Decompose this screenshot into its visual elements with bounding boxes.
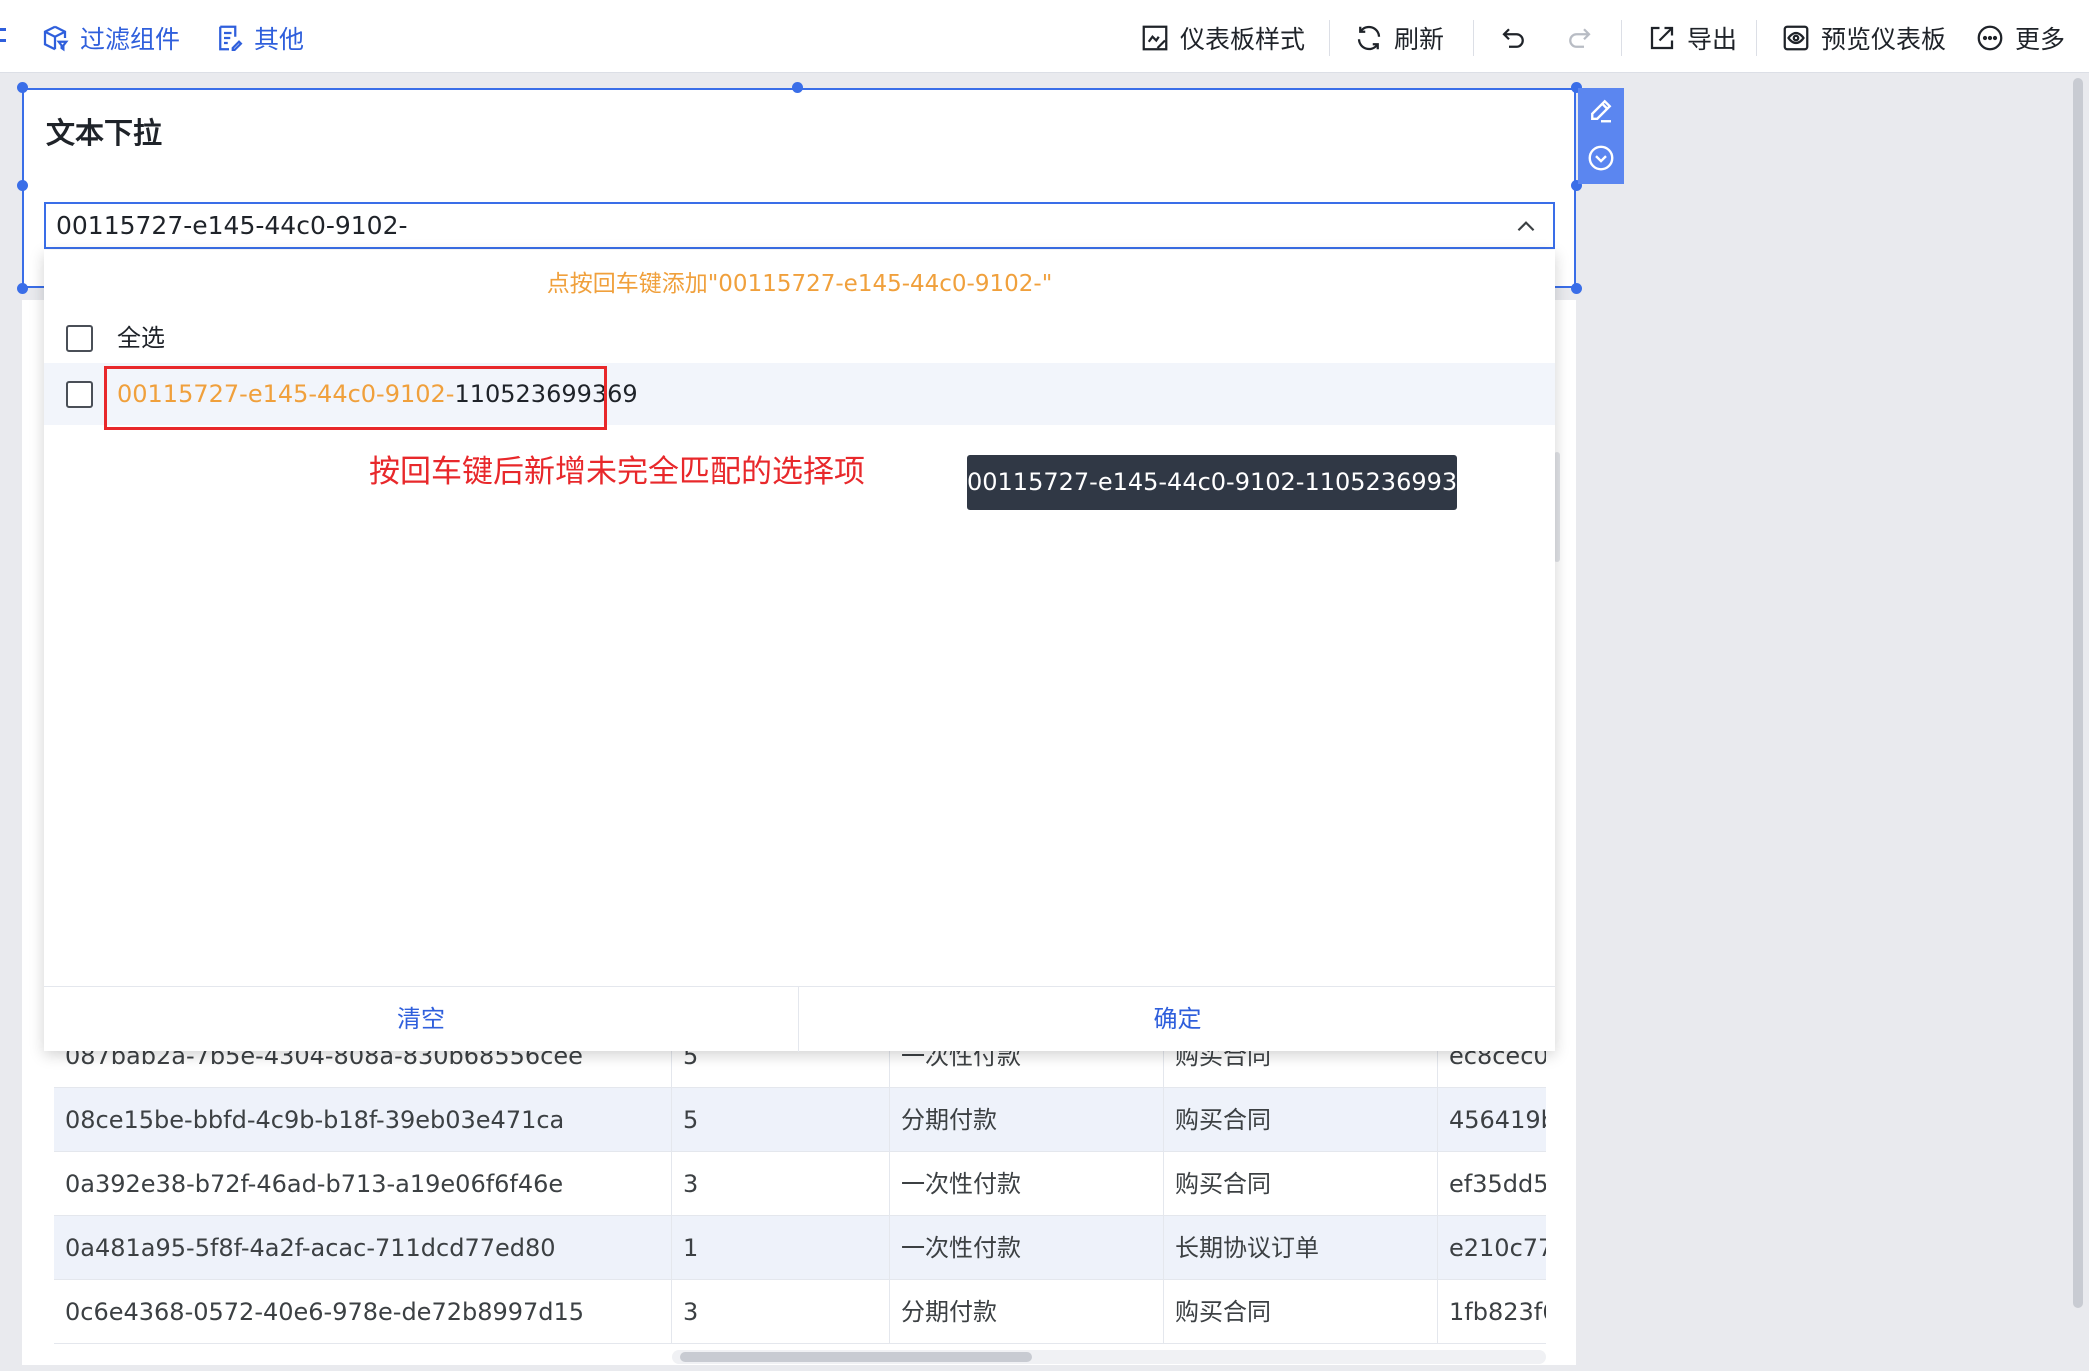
dashboard-style-button[interactable]: 仪表板样式 [1140, 18, 1305, 58]
table-cell-contract: 购买合同 [1164, 1280, 1438, 1343]
page-vertical-scrollbar[interactable] [2073, 78, 2083, 1308]
select-all-label: 全选 [117, 324, 165, 352]
toolbar-divider [1621, 20, 1622, 56]
widget-title: 文本下拉 [46, 116, 163, 150]
preview-eye-icon [1783, 25, 1809, 51]
toolbar-divider [1329, 20, 1330, 56]
table-cell-payment: 一次性付款 [890, 1216, 1164, 1279]
table-cell-id: 08ce15be-bbfd-4c9b-b18f-39eb03e471ca [54, 1088, 672, 1151]
horizontal-scrollbar[interactable] [680, 1352, 1032, 1362]
more-button[interactable]: 更多 [1975, 18, 2065, 58]
filter-component-label: 过滤组件 [80, 25, 181, 54]
table-cell-code: 1fb823f6 [1449, 1298, 1546, 1326]
preview-dashboard-button[interactable]: 预览仪表板 [1781, 18, 1946, 58]
preview-dashboard-label: 预览仪表板 [1821, 25, 1947, 54]
table-cell-contract: 长期协议订单 [1164, 1216, 1438, 1279]
refresh-label: 刷新 [1394, 25, 1445, 54]
table-cell-contract: 购买合同 [1164, 1152, 1438, 1215]
dropdown-footer: 清空 确定 [44, 986, 1555, 1052]
table-cell-payment: 分期付款 [890, 1088, 1164, 1151]
option-tooltip: 00115727-e145-44c0-9102-110523699369 [967, 455, 1488, 510]
table-cell-id: 0a481a95-5f8f-4a2f-acac-711dcd77ed80 [54, 1216, 672, 1279]
resize-handle[interactable] [17, 283, 28, 294]
dashboard-style-label: 仪表板样式 [1180, 25, 1306, 54]
undo-button[interactable] [1499, 18, 1539, 58]
dashboard-style-icon [1142, 25, 1168, 51]
table-cell-count: 3 [672, 1280, 890, 1343]
more-dots-icon [1977, 25, 2003, 51]
other-button[interactable]: 其他 [214, 18, 304, 58]
chevron-up-icon[interactable] [1513, 214, 1539, 240]
undo-icon [1502, 28, 1524, 48]
table-cell-code: 456419b [1449, 1106, 1546, 1134]
resize-handle[interactable] [792, 82, 803, 93]
more-label: 更多 [2015, 25, 2066, 54]
confirm-button[interactable]: 确定 [800, 987, 1555, 1052]
table-cell-payment: 分期付款 [890, 1280, 1164, 1343]
enter-to-add-hint[interactable]: 点按回车键添加"00115727-e145-44c0-9102-" [44, 264, 1555, 298]
table-cell-contract: 购买合同 [1164, 1088, 1438, 1151]
document-edit-icon [219, 25, 243, 51]
dropdown-panel: 点按回车键添加"00115727-e145-44c0-9102-" 全选 001… [44, 250, 1555, 1052]
table-cell-count: 5 [672, 1088, 890, 1151]
table-cell-count: 1 [672, 1216, 890, 1279]
redo-button[interactable] [1564, 18, 1604, 58]
edit-icon[interactable] [1586, 95, 1616, 125]
clear-button[interactable]: 清空 [44, 987, 799, 1052]
table-row[interactable]: 08ce15be-bbfd-4c9b-b18f-39eb03e471ca 5 分… [54, 1088, 1546, 1152]
widget-side-tools [1578, 88, 1624, 184]
table-row[interactable]: 0a481a95-5f8f-4a2f-acac-711dcd77ed80 1 一… [54, 1216, 1546, 1280]
filter-component-button[interactable]: 过滤组件 [40, 18, 180, 58]
export-label: 导出 [1687, 25, 1738, 54]
refresh-button[interactable]: 刷新 [1354, 18, 1444, 58]
table-cell-id: 0a392e38-b72f-46ad-b713-a19e06f6f46e [54, 1152, 672, 1215]
resize-handle[interactable] [17, 82, 28, 93]
chevron-circle-down-icon[interactable] [1586, 143, 1616, 173]
table-cell-count: 3 [672, 1152, 890, 1215]
table-row[interactable]: 0c6e4368-0572-40e6-978e-de72b8997d15 3 分… [54, 1280, 1546, 1344]
highlight-box-annotation [104, 366, 607, 430]
resize-handle[interactable] [17, 180, 28, 191]
dropdown-search-combobox[interactable] [44, 202, 1555, 249]
redo-icon [1569, 28, 1591, 48]
select-all-checkbox[interactable] [66, 325, 93, 352]
search-input[interactable] [56, 204, 1456, 247]
resize-handle[interactable] [1571, 283, 1582, 294]
export-button[interactable]: 导出 [1647, 18, 1737, 58]
cube-filter-icon [43, 25, 69, 52]
export-icon [1650, 26, 1674, 50]
refresh-icon [1357, 25, 1381, 51]
annotation-text: 按回车键后新增未完全匹配的选择项 [369, 454, 865, 490]
table-cell-code: e210c77c [1449, 1234, 1546, 1262]
toolbar-edge-icon [0, 28, 6, 42]
table-cell-payment: 一次性付款 [890, 1152, 1164, 1215]
top-toolbar: 过滤组件 其他 仪表板样式 刷新 导出 预览仪表板 更多 [0, 0, 2089, 73]
table-cell-code: ef35dd55 [1449, 1170, 1546, 1198]
other-label: 其他 [254, 25, 305, 54]
option-checkbox[interactable] [66, 381, 93, 408]
toolbar-divider [1473, 20, 1474, 56]
option-select-all[interactable]: 全选 [44, 307, 1555, 369]
table-cell-id: 0c6e4368-0572-40e6-978e-de72b8997d15 [54, 1280, 672, 1343]
table-row[interactable]: 0a392e38-b72f-46ad-b713-a19e06f6f46e 3 一… [54, 1152, 1546, 1216]
toolbar-divider [1756, 20, 1757, 56]
